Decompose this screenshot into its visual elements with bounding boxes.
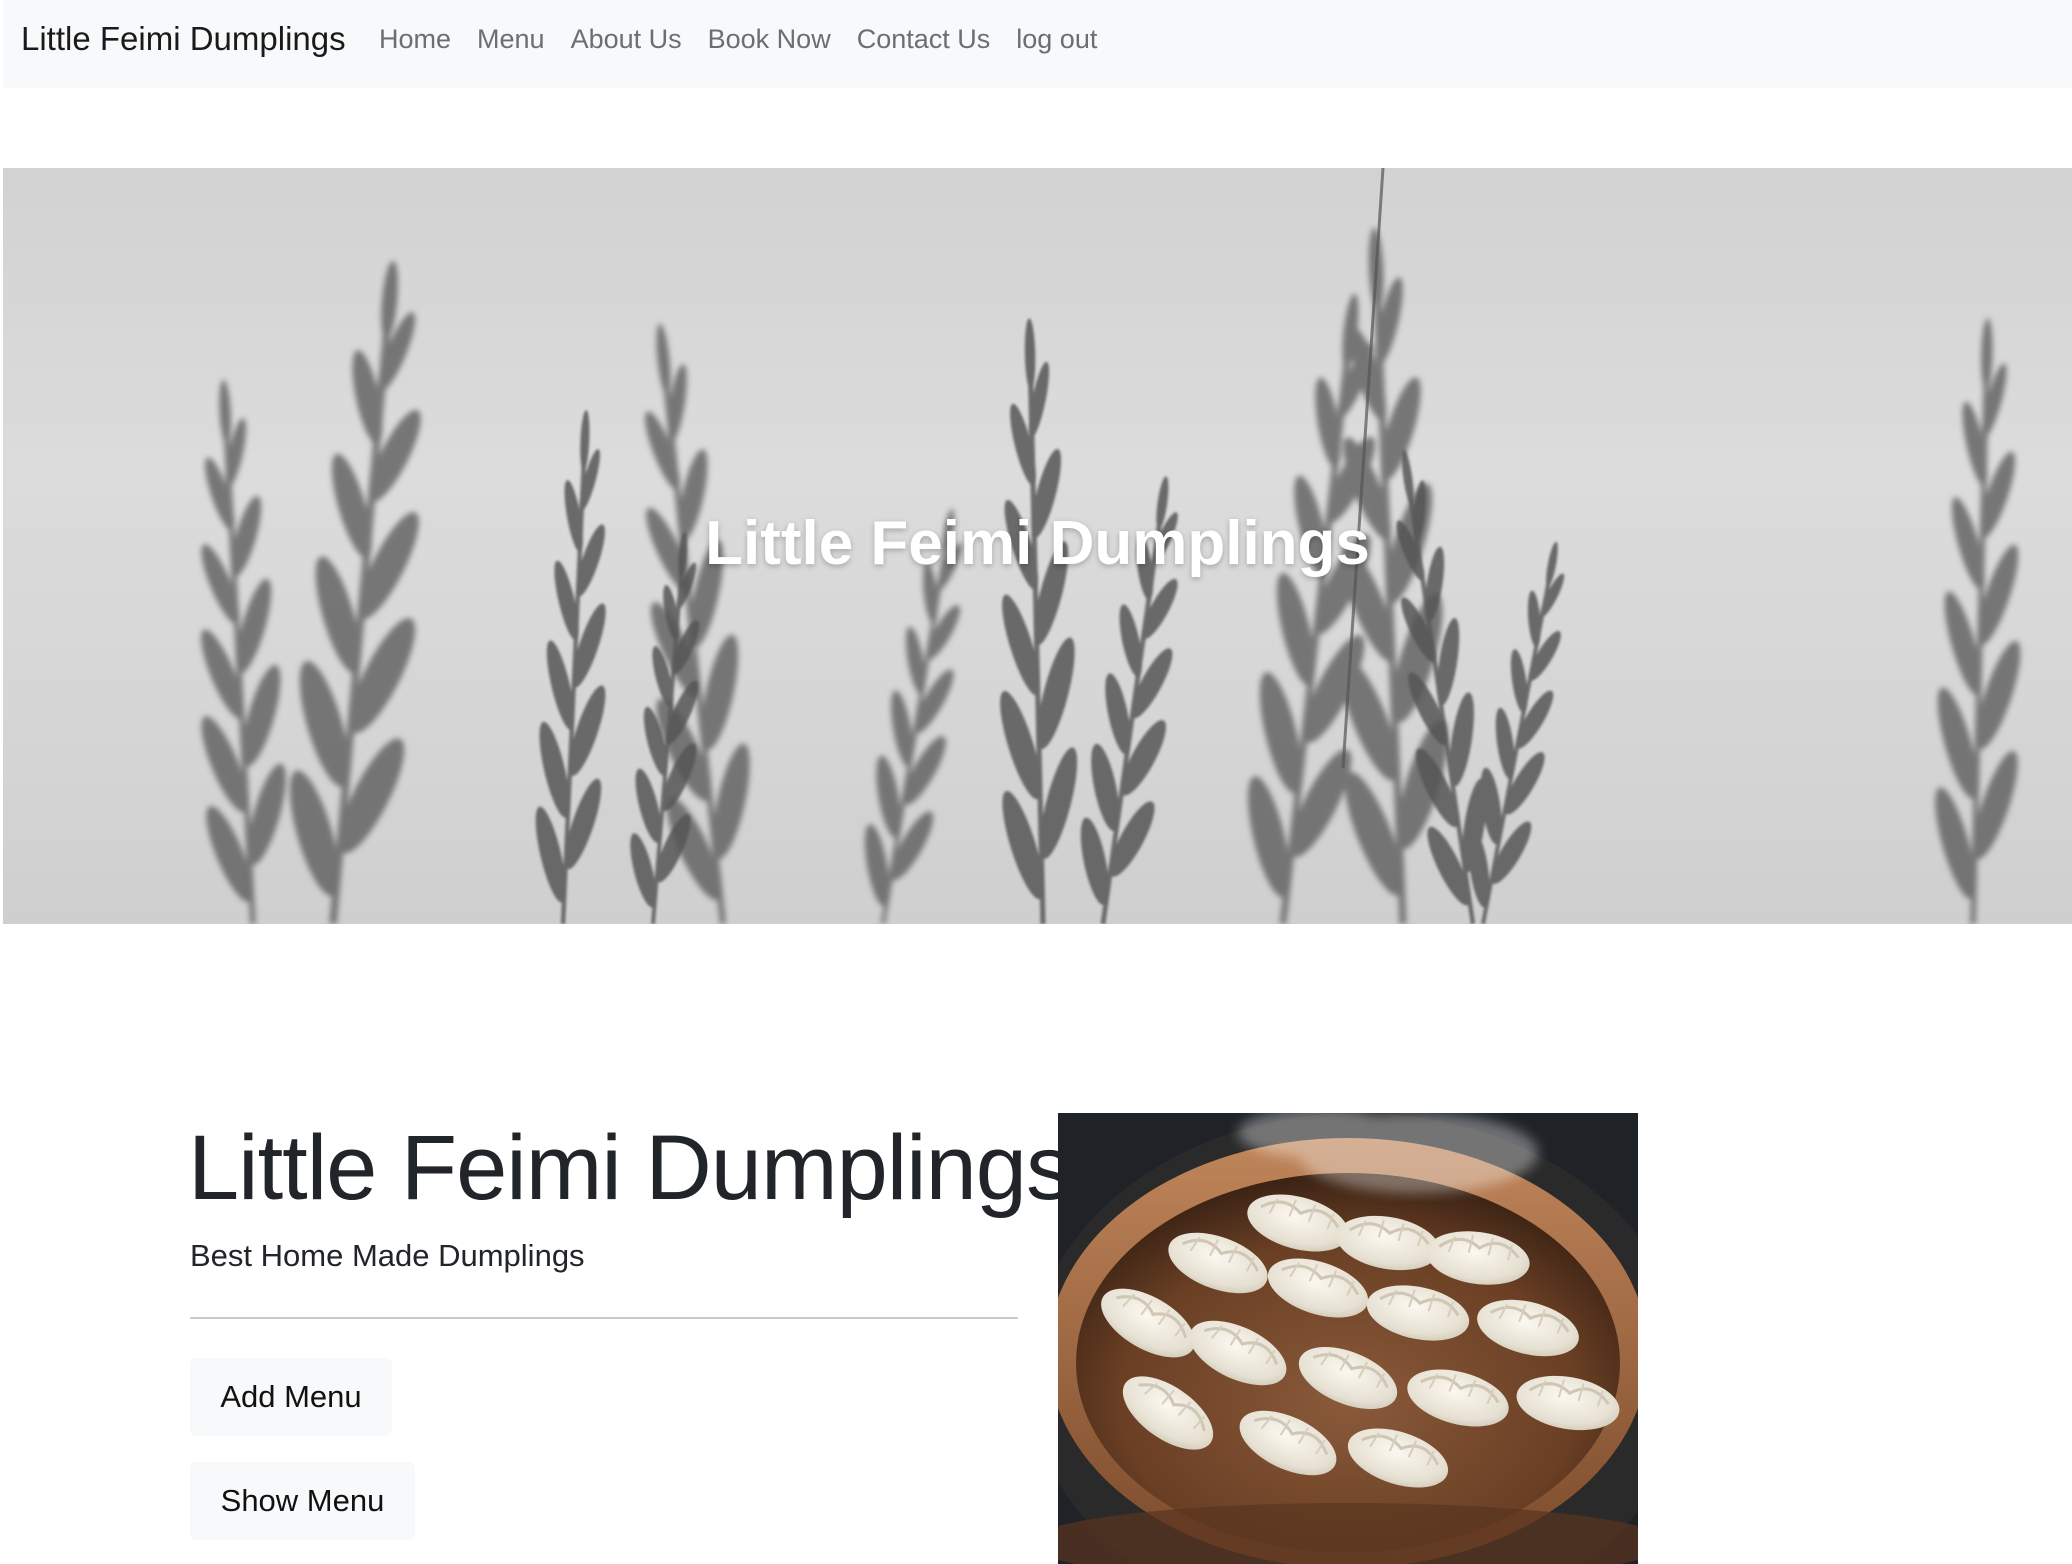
nav-link-home[interactable]: Home	[379, 24, 451, 55]
add-menu-button[interactable]: Add Menu	[190, 1358, 392, 1436]
nav-link-menu[interactable]: Menu	[477, 24, 545, 55]
nav-link-contact-us[interactable]: Contact Us	[857, 24, 991, 55]
divider	[190, 1317, 1018, 1319]
nav-links: Home Menu About Us Book Now Contact Us l…	[379, 24, 1123, 55]
nav-link-log-out[interactable]: log out	[1016, 24, 1097, 55]
navbar-brand[interactable]: Little Feimi Dumplings	[21, 20, 346, 58]
show-menu-button[interactable]: Show Menu	[190, 1462, 415, 1540]
hero-banner: Little Feimi Dumplings	[3, 168, 2072, 924]
dumplings-steamer-image	[1058, 1113, 1638, 1564]
nav-link-about-us[interactable]: About Us	[571, 24, 682, 55]
nav-link-book-now[interactable]: Book Now	[708, 24, 831, 55]
hero-title: Little Feimi Dumplings	[705, 509, 1370, 578]
page-title: Little Feimi Dumplings	[188, 1117, 1072, 1219]
page-subtitle: Best Home Made Dumplings	[190, 1238, 585, 1273]
top-navbar: Little Feimi Dumplings Home Menu About U…	[3, 0, 2072, 88]
